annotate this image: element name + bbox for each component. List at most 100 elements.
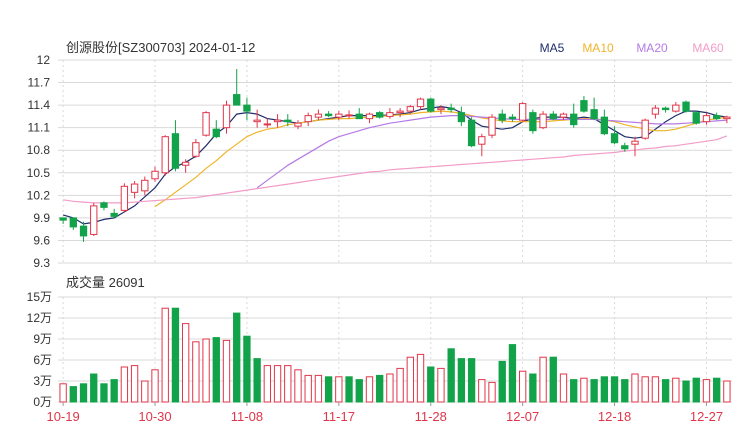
candlestick <box>212 120 220 139</box>
candle-body <box>539 113 547 129</box>
volume-bar <box>416 353 425 403</box>
volume-bar <box>723 380 731 403</box>
candle-body <box>437 107 445 111</box>
candlestick <box>233 69 241 106</box>
volume-bar <box>294 369 302 403</box>
candlestick <box>69 217 77 230</box>
candlestick <box>100 201 108 211</box>
candle-body <box>181 161 190 166</box>
volume-bar <box>304 374 312 403</box>
candle-body <box>324 113 333 117</box>
ma-legend: MA5 MA10 MA20 MA60 <box>540 41 724 55</box>
price-tick-label: 10.2 <box>27 188 51 202</box>
candlestick <box>314 109 323 121</box>
candlestick <box>416 97 425 110</box>
volume-bar <box>161 307 169 403</box>
stock-chart: 创源股份[SZ300703] 2024-01-12 MA5 MA10 MA20 MA6… <box>0 0 740 440</box>
volume-bar <box>529 373 537 403</box>
candle-body <box>141 179 149 192</box>
volume-bar <box>202 338 210 403</box>
volume-bar <box>447 348 455 403</box>
volume-bar <box>661 379 670 403</box>
price-tick-label: 10.5 <box>27 166 51 180</box>
volume-bar <box>590 379 598 403</box>
candle-body <box>661 107 670 111</box>
volume-bar <box>355 379 363 403</box>
volume-bar <box>508 344 517 403</box>
candlestick <box>90 202 98 236</box>
volume-bar <box>713 377 721 403</box>
volume-tick-label: 15万 <box>27 290 52 304</box>
legend-ma10: MA10 <box>582 41 614 55</box>
candle-body <box>110 212 118 217</box>
candlestick <box>467 117 476 148</box>
volume-bar <box>120 366 129 403</box>
candle-body <box>610 133 619 144</box>
candle-body <box>559 113 568 118</box>
volume-tick-label: 6万 <box>33 353 52 367</box>
candlestick <box>263 118 272 128</box>
volume-bar <box>682 380 690 403</box>
candlestick <box>641 118 649 140</box>
volume-bar <box>518 370 527 403</box>
volume-bars <box>59 307 731 403</box>
candle-body <box>692 112 700 124</box>
candle-body <box>447 107 455 111</box>
candlestick <box>692 111 700 125</box>
date-x-axis: 10-19 10-30 11-08 11-17 11-28 12-07 12-18 12-27… <box>46 402 723 424</box>
candle-body <box>518 103 527 121</box>
candlestick <box>161 135 169 176</box>
candlestick <box>600 109 609 136</box>
candlestick <box>570 103 578 128</box>
ma-line-ma10 <box>154 110 727 208</box>
candle-body <box>69 217 77 228</box>
volume-bar <box>181 323 190 403</box>
volume-bar <box>600 376 609 403</box>
price-tick-label: 11.7 <box>28 76 51 90</box>
chart-canvas: 创源股份[SZ300703] 2024-01-12 MA5 MA10 MA20 MA6… <box>27 40 732 424</box>
candle-body <box>376 112 384 118</box>
candlestick <box>539 111 547 130</box>
candle-body <box>396 110 404 114</box>
price-y-axis: 12 11.7 11.4 11.1 10.8 10.5 10.2 9.9 9.6 9.3 <box>27 53 51 270</box>
volume-tick-label: 3万 <box>33 374 52 388</box>
candle-body <box>243 104 251 112</box>
volume-tick-label: 0万 <box>33 395 52 409</box>
volume-bar <box>141 380 149 403</box>
price-tick-label: 9.6 <box>33 233 50 247</box>
candle-body <box>273 119 282 123</box>
candlestick <box>518 102 527 122</box>
candle-body <box>508 116 517 120</box>
candle-body <box>416 98 425 108</box>
legend-ma60: MA60 <box>692 41 724 55</box>
candlestick <box>253 109 261 128</box>
volume-tick-label: 9万 <box>33 332 52 346</box>
candle-body <box>284 119 292 123</box>
candle-body <box>263 123 272 126</box>
volume-bar <box>273 365 282 403</box>
candle-body <box>345 114 353 117</box>
candle-body <box>171 133 180 169</box>
volume-bar <box>335 376 343 403</box>
candle-body <box>488 116 496 136</box>
volume-bar <box>59 383 67 403</box>
volume-bar <box>641 376 649 403</box>
candle-body <box>478 136 486 145</box>
candlestick <box>508 114 517 122</box>
volume-bar <box>672 377 680 403</box>
date-tick-label: 11-28 <box>415 409 447 424</box>
candlestick <box>324 111 333 118</box>
price-tick-label: 12 <box>37 53 51 67</box>
candlestick <box>488 114 496 139</box>
candlestick <box>365 112 374 124</box>
volume-bar <box>631 373 639 403</box>
candle-body <box>651 107 660 115</box>
candle-body <box>59 217 67 221</box>
candlestick <box>120 183 129 213</box>
candle-body <box>713 115 721 120</box>
candlestick <box>202 111 210 137</box>
candle-body <box>335 113 343 118</box>
date-tick-label: 12-27 <box>690 409 723 424</box>
volume-bar <box>192 341 200 403</box>
volume-bar <box>651 376 660 403</box>
